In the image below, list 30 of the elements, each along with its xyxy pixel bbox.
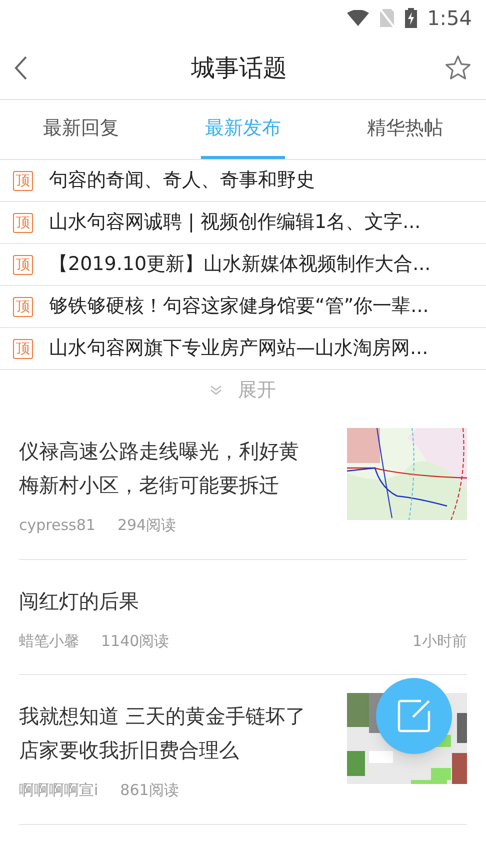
edit-icon — [397, 699, 431, 733]
star-icon[interactable] — [444, 54, 472, 82]
pinned-badge: 顶 — [13, 296, 33, 316]
pinned-badge: 顶 — [13, 254, 33, 274]
read-count: 861阅读 — [120, 780, 179, 801]
pinned-post-title[interactable]: 够铁够硬核！句容这家健身馆要“管”你一辈... — [49, 292, 429, 321]
pinned-post-title[interactable]: 句容的奇闻、奇人、奇事和野史 — [49, 166, 315, 195]
read-count: 1140阅读 — [101, 630, 170, 652]
page-title: 城事话题 — [191, 52, 287, 84]
pinned-badge: 顶 — [13, 170, 33, 190]
wifi-icon — [347, 10, 370, 26]
battery-charging-icon — [405, 8, 418, 28]
tab[interactable]: 精华热帖 — [363, 100, 447, 159]
tab[interactable]: 最新回复 — [39, 100, 123, 159]
post-author: 啊啊啊啊宣i — [19, 780, 98, 801]
post-title[interactable]: 仪禄高速公路走线曝光，利好黄梅新村小区，老街可能要拆迁 — [19, 434, 317, 502]
read-count: 294阅读 — [117, 515, 176, 536]
pinned-post-title[interactable]: 山水句容网旗下专业房产网站—山水淘房网... — [49, 334, 428, 363]
post-author: cypress81 — [19, 515, 96, 536]
pinned-post-title[interactable]: 山水句容网诚聘 | 视频创作编辑1名、文字... — [49, 208, 421, 237]
post-title[interactable]: 我就想知道 三天的黄金手链坏了店家要收我折旧费合理么 — [19, 699, 317, 767]
chevron-down-icon — [210, 385, 222, 395]
pinned-post-title[interactable]: 【2019.10更新】山水新媒体视频制作大合... — [49, 250, 431, 279]
pinned-badge: 顶 — [13, 338, 33, 358]
pinned-badge: 顶 — [13, 212, 33, 232]
post-author: 蜡笔小馨 — [19, 630, 79, 652]
clock-time: 1:54 — [427, 5, 472, 32]
post-time: 1小时前 — [412, 630, 467, 652]
no-sim-icon — [379, 8, 396, 28]
post-title[interactable]: 闯红灯的后果 — [19, 584, 467, 618]
